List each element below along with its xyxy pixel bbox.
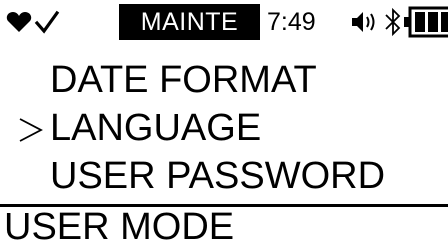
mode-badge: MAINTE [119, 4, 260, 40]
selection-arrow-icon [19, 118, 43, 142]
menu-item-language[interactable]: LANGUAGE [0, 104, 448, 152]
heart-icon [6, 12, 32, 32]
bluetooth-icon [385, 7, 401, 37]
status-bar: MAINTE 7:49 [0, 0, 448, 44]
menu-item-label: USER PASSWORD [50, 155, 386, 197]
menu-item-label: DATE FORMAT [50, 59, 317, 101]
device-screen: MAINTE 7:49 DATE FORMAT LANGUAGE USER PA… [0, 0, 448, 249]
menu-item-date-format[interactable]: DATE FORMAT [0, 56, 448, 104]
menu-item-label: LANGUAGE [50, 107, 262, 149]
screen-title: USER MODE [4, 206, 235, 248]
check-icon [34, 10, 60, 34]
speaker-icon [352, 12, 375, 32]
clock-time: 7:49 [267, 8, 316, 36]
menu-item-user-password[interactable]: USER PASSWORD [0, 152, 448, 200]
battery-icon [404, 6, 448, 38]
